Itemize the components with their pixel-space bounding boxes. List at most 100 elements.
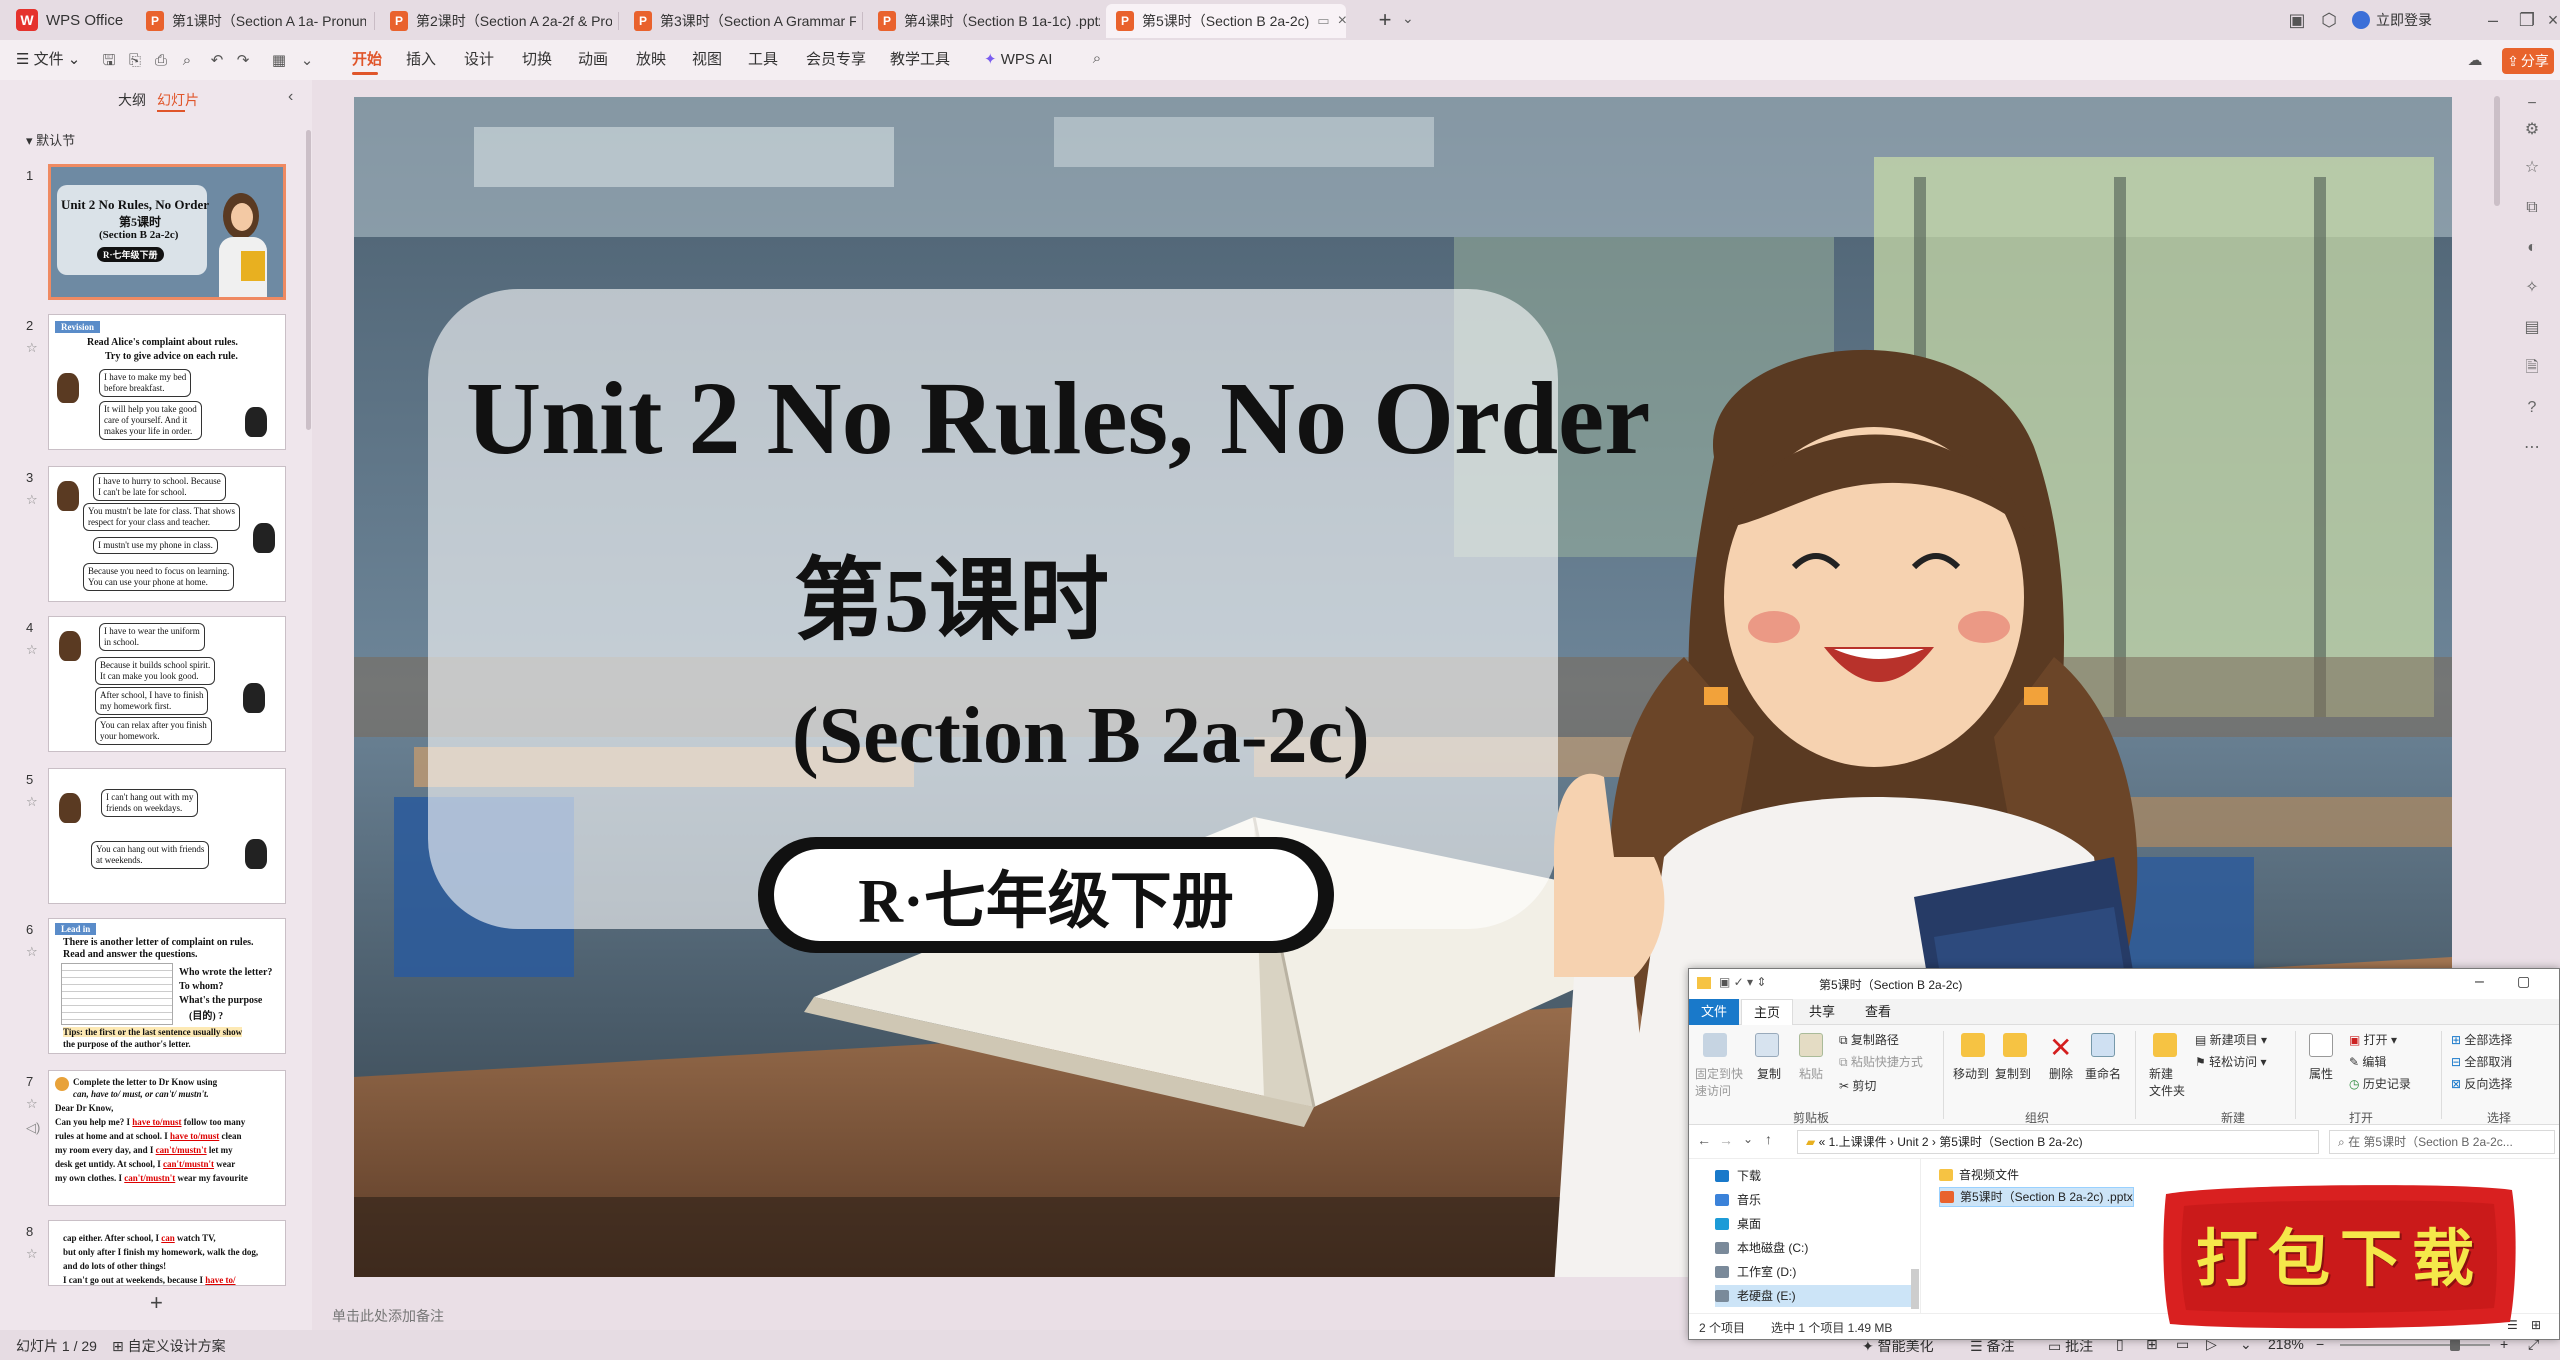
undo-icon[interactable]: ↶ <box>208 52 226 70</box>
zoom-slider[interactable] <box>2340 1344 2490 1346</box>
edit-button[interactable]: ✎ 编辑 <box>2349 1053 2386 1070</box>
close-tab-icon[interactable]: × <box>1338 12 1346 30</box>
slide-scrollbar[interactable] <box>2494 96 2500 206</box>
explorer-titlebar[interactable]: ▣ ✓ ▾ ⇕ 第5课时（Section B 2a-2c) – ▢ <box>1689 969 2559 999</box>
format-painter-icon[interactable]: ▦ <box>270 52 288 70</box>
slide-title[interactable]: Unit 2 No Rules, No Order <box>466 359 1650 478</box>
slide-thumbnail-5[interactable]: I can't hang out with my friends on weekd… <box>48 768 286 904</box>
maximize-icon[interactable]: ▢ <box>2517 973 2530 990</box>
doc-tab-3[interactable]: P 第3课时（Section A Grammar Focu <box>624 4 856 38</box>
file-menu[interactable]: ☰ 文件 ⌄ <box>16 48 80 72</box>
menu-design[interactable]: 设计 <box>464 48 494 72</box>
minus-icon[interactable]: − <box>2520 92 2544 116</box>
nav-item-drive-e[interactable]: 老硬盘 (E:) <box>1715 1285 1915 1307</box>
section-label[interactable]: ▾ 默认节 <box>26 130 75 149</box>
more-icon[interactable]: ⋯ <box>2520 436 2544 460</box>
slide-thumbnail-1[interactable]: Unit 2 No Rules, No Order 第5课时 (Section … <box>48 164 286 300</box>
star-icon[interactable]: ☆ <box>26 794 38 810</box>
theme-button[interactable]: ⊞ 自定义设计方案 <box>112 1336 226 1356</box>
nav-item-desktop[interactable]: 桌面 <box>1715 1213 1761 1235</box>
minimize-icon[interactable]: – <box>2478 6 2508 34</box>
copy-button[interactable]: 复制 <box>1757 1065 1781 1082</box>
star-icon[interactable]: ☆ <box>26 944 38 960</box>
list-item-pptx[interactable]: 第5课时（Section B 2a-2c) .pptx <box>1939 1187 2134 1207</box>
document-icon[interactable]: 🗎 <box>2520 356 2544 380</box>
chevron-down-icon[interactable]: ⌄ <box>298 52 316 70</box>
share-button[interactable]: ⇪ 分享 <box>2502 48 2554 74</box>
panel-scrollbar[interactable] <box>306 130 311 430</box>
export-pdf-icon[interactable]: ⎘ <box>126 52 144 70</box>
outline-tab[interactable]: 大纲 <box>118 90 146 110</box>
menu-animation[interactable]: 动画 <box>578 48 608 72</box>
close-window-icon[interactable]: × <box>2538 6 2560 34</box>
palette-icon[interactable]: ◐ <box>2520 236 2544 260</box>
menu-insert[interactable]: 插入 <box>406 48 436 72</box>
paste-shortcut-button[interactable]: ⧉ 粘贴快捷方式 <box>1839 1053 1923 1070</box>
select-none-button[interactable]: ⊟ 全部取消 <box>2451 1053 2512 1070</box>
rename-button[interactable]: 重命名 <box>2085 1065 2121 1082</box>
doc-tab-4[interactable]: P 第4课时（Section B 1a-1c) .pptx <box>868 4 1100 38</box>
add-slide-button[interactable]: + <box>150 1290 163 1316</box>
ribbon-tab-file[interactable]: 文件 <box>1689 999 1740 1025</box>
star-icon[interactable]: ☆ <box>26 340 38 356</box>
slide-lesson[interactable]: 第5课时 <box>794 527 1194 657</box>
easy-access-button[interactable]: ⚑ 轻松访问 ▾ <box>2195 1053 2266 1070</box>
redo-icon[interactable]: ↷ <box>234 52 252 70</box>
magic-wand-icon[interactable]: ✧ <box>2520 276 2544 300</box>
audio-icon[interactable]: ◁) <box>26 1120 40 1136</box>
menu-transition[interactable]: 切换 <box>522 48 552 72</box>
login-button[interactable]: 立即登录 <box>2352 8 2432 32</box>
print-icon[interactable]: ⎙ <box>152 52 170 70</box>
history-button[interactable]: ◷ 历史记录 <box>2349 1075 2411 1092</box>
menu-view[interactable]: 视图 <box>692 48 722 72</box>
star-icon[interactable]: ☆ <box>26 642 38 658</box>
menu-wps-ai[interactable]: ✦ WPS AI <box>984 48 1052 72</box>
search-input[interactable]: ⌕ 在 第5课时（Section B 2a-2c... <box>2329 1130 2555 1154</box>
slide-thumbnail-4[interactable]: I have to wear the uniform in school. Bec… <box>48 616 286 752</box>
search-icon[interactable]: ⌕ <box>1088 50 1106 68</box>
invert-selection-button[interactable]: ⊠ 反向选择 <box>2451 1075 2512 1092</box>
doc-tab-2[interactable]: P 第2课时（Section A 2a-2f & Pronu <box>380 4 612 38</box>
slide-thumbnail-3[interactable]: I have to hurry to school. Because I can'… <box>48 466 286 602</box>
ribbon-tab-home[interactable]: 主页 <box>1741 999 1794 1025</box>
menu-slideshow[interactable]: 放映 <box>636 48 666 72</box>
new-tab-button[interactable]: + <box>1372 8 1398 34</box>
download-badge[interactable]: 打包下载 <box>2160 1180 2520 1332</box>
wps-home-button[interactable]: W WPS Office <box>16 6 123 34</box>
nav-item-downloads[interactable]: 下载 <box>1715 1165 1761 1187</box>
nav-scrollbar[interactable] <box>1911 1269 1919 1309</box>
large-icons-view-icon[interactable]: ⊞ <box>2531 1318 2541 1332</box>
recent-chevron-icon[interactable]: ⌄ <box>1743 1132 1753 1146</box>
star-icon[interactable]: ☆ <box>26 492 38 508</box>
window-layout-icon[interactable]: ▣ <box>2282 6 2312 34</box>
star-icon[interactable]: ☆ <box>26 1246 38 1262</box>
grade-pill[interactable]: R·七年级下册 <box>758 837 1334 953</box>
copy-path-button[interactable]: ⧉ 复制路径 <box>1839 1031 1899 1048</box>
nav-item-drive-d[interactable]: 工作室 (D:) <box>1715 1261 1796 1283</box>
menu-teaching-tools[interactable]: 教学工具 <box>890 48 950 72</box>
slide-section[interactable]: (Section B 2a-2c) <box>792 691 1492 782</box>
save-icon[interactable]: 🖫 <box>100 52 118 70</box>
doc-tab-5-active[interactable]: P 第5课时（Section B 2a-2c) ▭ × <box>1106 4 1346 38</box>
zoom-slider-handle[interactable] <box>2450 1339 2460 1351</box>
layout-icon[interactable]: ▤ <box>2520 316 2544 340</box>
star-icon[interactable]: ☆ <box>26 1096 38 1112</box>
nav-item-music[interactable]: 音乐 <box>1715 1189 1761 1211</box>
copy-icon[interactable]: ⧉ <box>2520 196 2544 220</box>
slide-thumbnail-6[interactable]: Lead in There is another letter of compl… <box>48 918 286 1054</box>
copy-to-button[interactable]: 复制到 <box>1995 1065 2031 1082</box>
help-icon[interactable]: ? <box>2520 396 2544 420</box>
tune-icon[interactable]: ⚙ <box>2520 118 2544 142</box>
select-all-button[interactable]: ⊞ 全部选择 <box>2451 1031 2512 1048</box>
list-item-folder[interactable]: 音视频文件 <box>1939 1165 2019 1185</box>
back-icon[interactable]: ← <box>1697 1132 1711 1148</box>
forward-icon[interactable]: → <box>1719 1132 1733 1148</box>
notes-placeholder[interactable]: 单击此处添加备注 <box>332 1306 444 1326</box>
ribbon-tab-share[interactable]: 共享 <box>1797 999 1847 1025</box>
new-folder-button[interactable]: 新建 文件夹 <box>2149 1065 2185 1099</box>
cube-icon[interactable]: ⬡ <box>2314 6 2344 34</box>
open-button[interactable]: ▣ 打开 ▾ <box>2349 1031 2397 1048</box>
delete-button[interactable]: 删除 <box>2049 1065 2073 1082</box>
pin-quick-access-button[interactable]: 固定到快 速访问 <box>1695 1065 1743 1099</box>
slides-tab[interactable]: 幻灯片 <box>157 90 199 110</box>
